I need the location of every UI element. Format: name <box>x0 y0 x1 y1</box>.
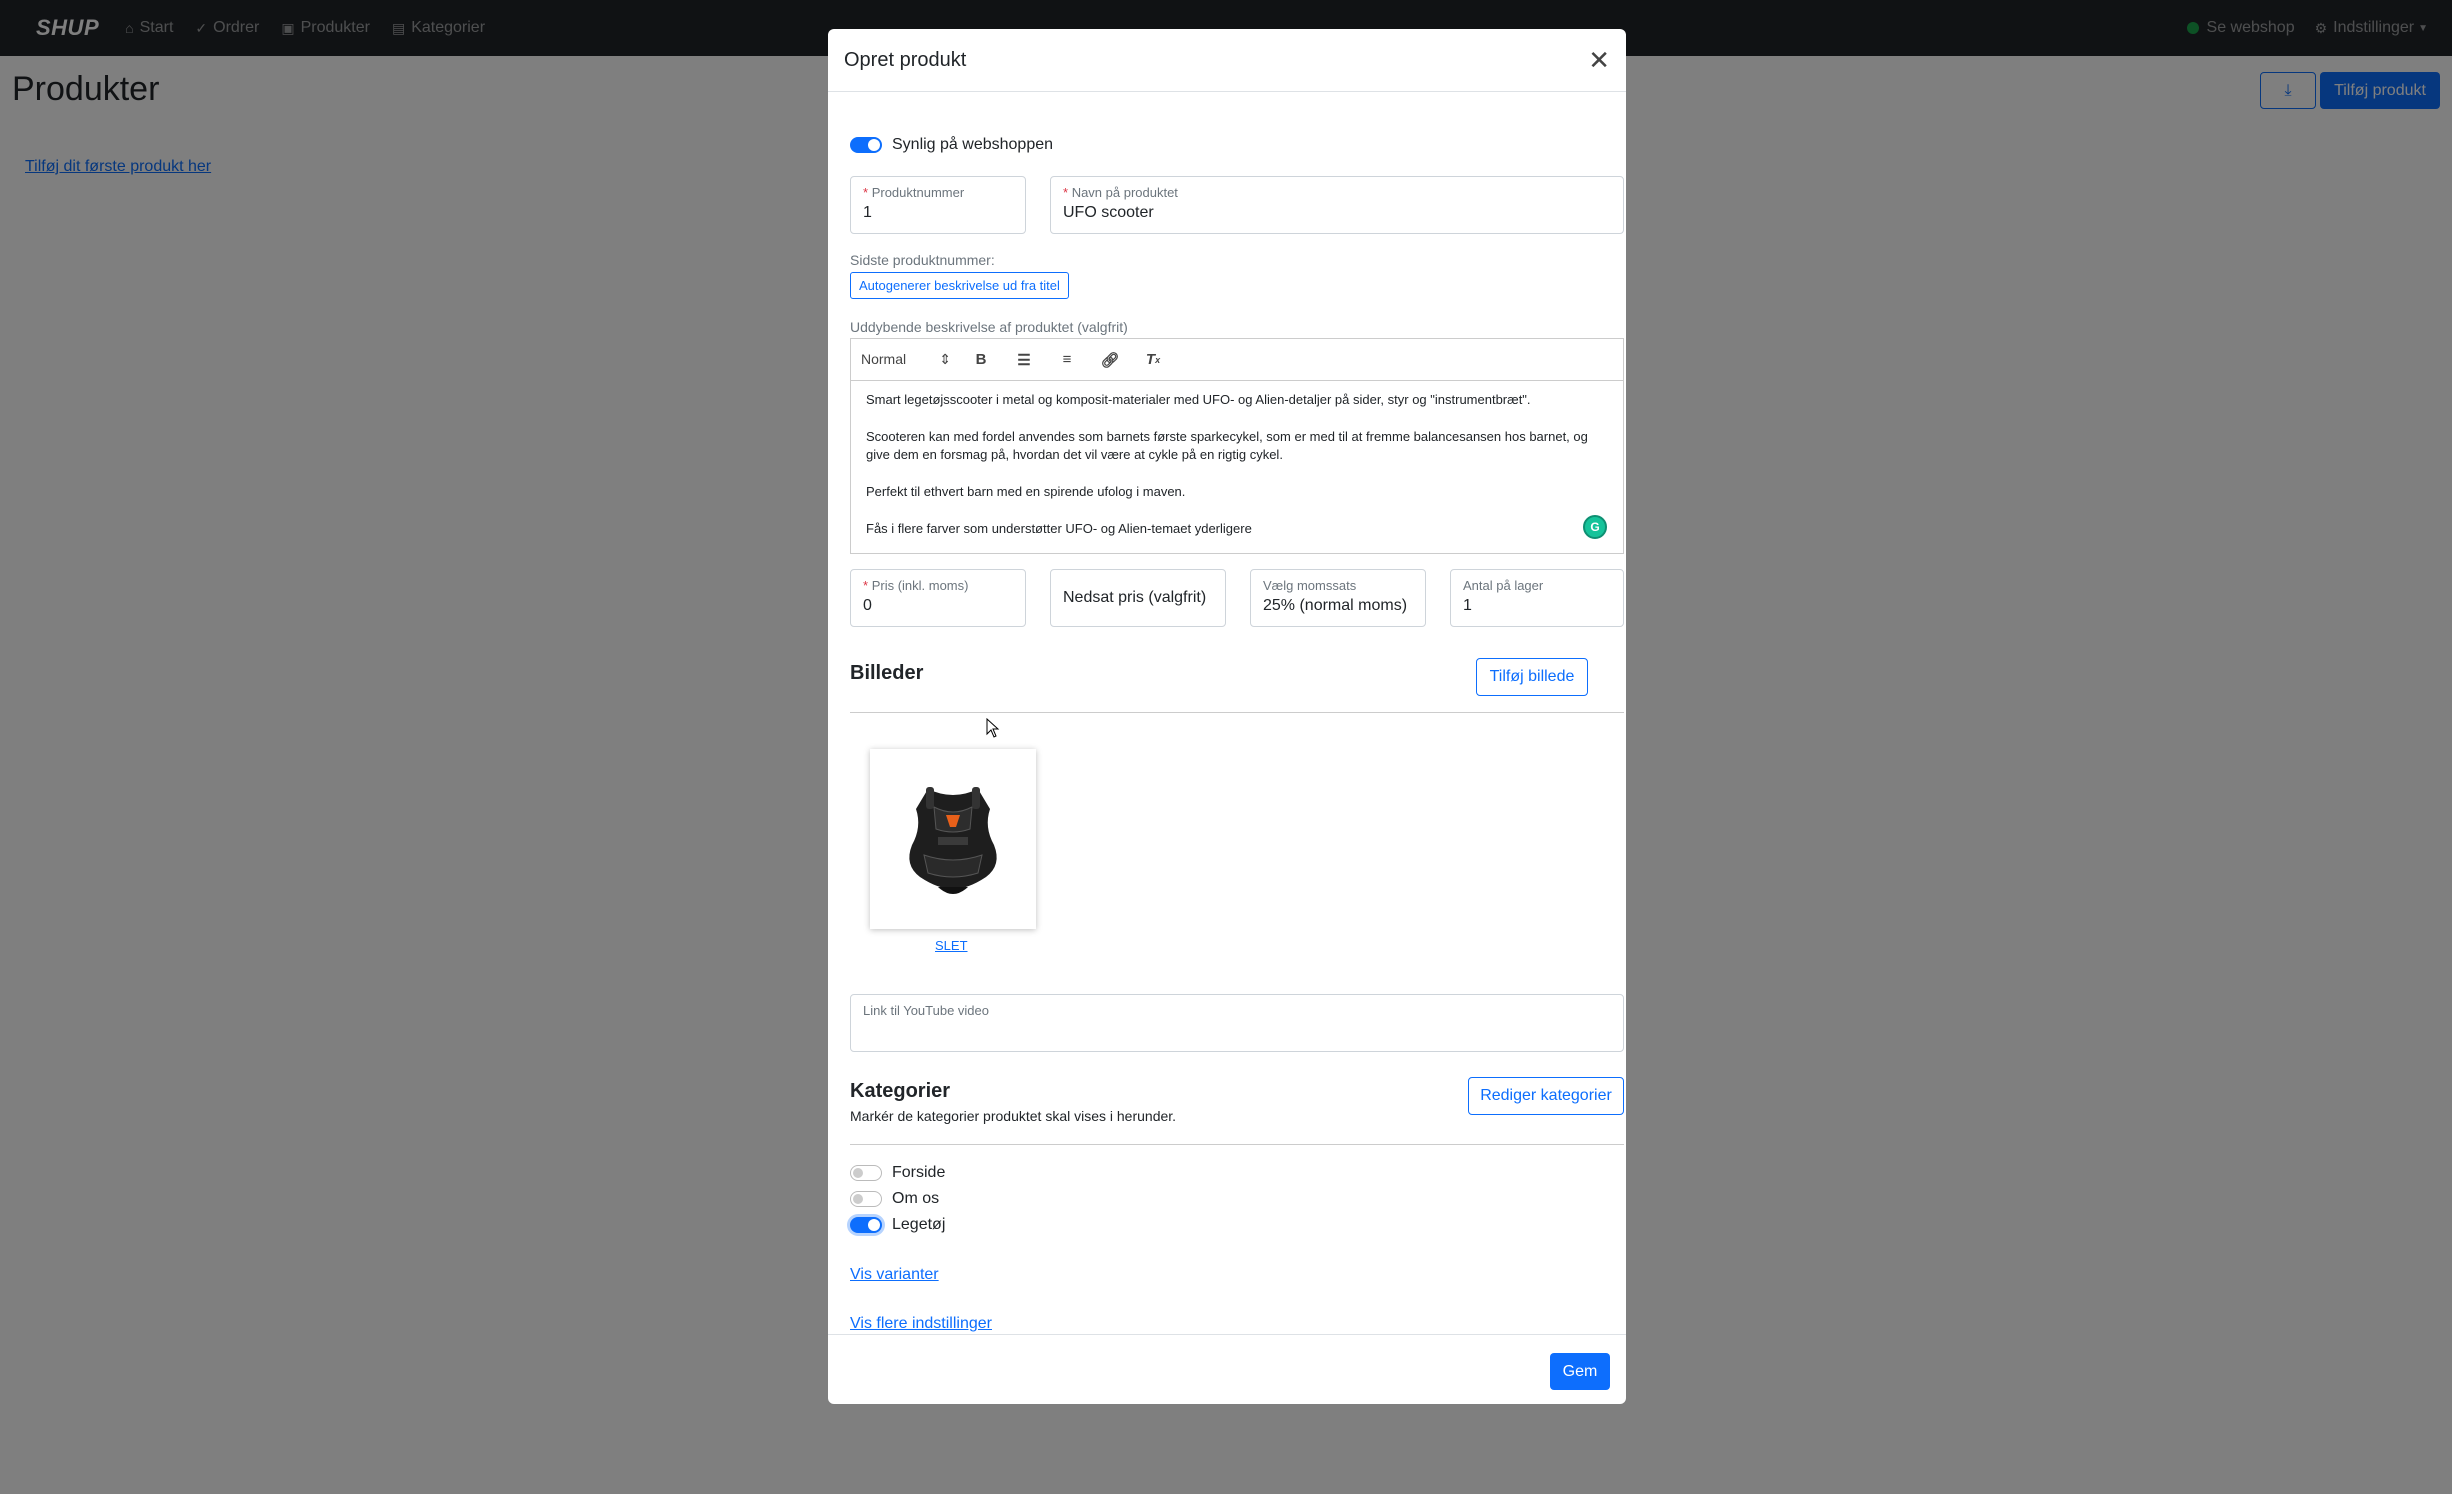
bullet-list-icon[interactable]: ☰ <box>1010 348 1038 372</box>
more-settings-link[interactable]: Vis flere indstillinger <box>850 1315 992 1333</box>
show-variants-link[interactable]: Vis varianter <box>850 1266 939 1284</box>
mouse-cursor-icon <box>986 718 1000 738</box>
editor-toolbar: Normal ⇕ B ☰ ≡ 🔗︎ Tx <box>851 339 1623 381</box>
youtube-placeholder: Link til YouTube video <box>863 1003 990 1018</box>
format-select[interactable]: Normal ⇕ <box>861 351 951 368</box>
updown-icon: ⇕ <box>939 351 951 367</box>
close-icon[interactable]: ✕ <box>1588 47 1610 73</box>
divider <box>850 1144 1624 1145</box>
description-paragraph: Fås i flere farver som understøtter UFO-… <box>866 521 1252 536</box>
product-name-value: UFO scooter <box>1063 204 1154 221</box>
images-title: Billeder <box>850 662 924 684</box>
vat-value: 25% (normal moms) <box>1263 597 1408 614</box>
description-label: Uddybende beskrivelse af produktet (valg… <box>850 319 1128 335</box>
visible-toggle[interactable] <box>850 137 882 153</box>
category-switch[interactable] <box>850 1217 882 1233</box>
category-label: Om os <box>892 1190 940 1207</box>
product-image-thumbnail[interactable] <box>870 749 1036 929</box>
grammarly-icon[interactable]: G <box>1583 515 1607 539</box>
product-name-field[interactable]: * Navn på produktet UFO scooter <box>1050 176 1624 234</box>
description-paragraph: Perfekt til ethvert barn med en spirende… <box>866 484 1186 499</box>
product-name-label: * Navn på produktet <box>1063 185 1178 200</box>
stock-label: Antal på lager <box>1463 578 1544 593</box>
categories-title: Kategorier <box>850 1080 951 1102</box>
chest-protector-image <box>909 787 997 894</box>
divider <box>850 712 1624 713</box>
category-toggle-legetoj[interactable]: Legetøj <box>850 1216 945 1234</box>
product-number-value: 1 <box>863 204 872 221</box>
visible-toggle-row[interactable]: Synlig på webshoppen <box>850 136 1053 154</box>
category-label: Forside <box>892 1164 946 1181</box>
stock-value: 1 <box>1463 597 1472 614</box>
clear-format-icon[interactable]: Tx <box>1139 348 1167 372</box>
vat-label: Vælg momssats <box>1263 578 1357 593</box>
discount-price-field[interactable]: Nedsat pris (valgfrit) <box>1050 569 1226 627</box>
category-toggle-forside[interactable]: Forside <box>850 1164 945 1182</box>
category-label: Legetøj <box>892 1216 946 1233</box>
categories-hint: Markér de kategorier produktet skal vise… <box>850 1108 1177 1124</box>
modal-footer: Gem <box>828 1334 1626 1404</box>
visible-label: Synlig på webshoppen <box>892 136 1054 153</box>
price-label: * Pris (inkl. moms) <box>863 578 969 593</box>
category-switch[interactable] <box>850 1191 882 1207</box>
editor-content[interactable]: Smart legetøjsscooter i metal og komposi… <box>851 381 1623 548</box>
autogenerate-description-button[interactable]: Autogenerer beskrivelse ud fra titel <box>850 272 1069 299</box>
modal-title: Opret produkt <box>844 48 967 71</box>
save-button[interactable]: Gem <box>1550 1353 1610 1390</box>
create-product-modal: Opret produkt ✕ Synlig på webshoppen * P… <box>828 29 1626 1404</box>
price-value: 0 <box>863 597 872 614</box>
bold-icon[interactable]: B <box>967 348 995 372</box>
category-toggle-om-os[interactable]: Om os <box>850 1190 939 1208</box>
last-product-number-label: Sidste produktnummer: <box>850 252 995 268</box>
vat-select[interactable]: Vælg momssats 25% (normal moms) <box>1250 569 1426 627</box>
description-paragraph: Smart legetøjsscooter i metal og komposi… <box>866 392 1531 407</box>
link-icon[interactable]: 🔗︎ <box>1096 348 1124 372</box>
youtube-link-field[interactable]: Link til YouTube video <box>850 994 1624 1052</box>
description-editor: Normal ⇕ B ☰ ≡ 🔗︎ Tx Smart legetøjsscoot… <box>850 338 1624 554</box>
stock-field[interactable]: Antal på lager 1 <box>1450 569 1624 627</box>
delete-image-link[interactable]: SLET <box>935 938 968 953</box>
product-number-field[interactable]: * Produktnummer 1 <box>850 176 1026 234</box>
edit-categories-button[interactable]: Rediger kategorier <box>1468 1077 1624 1115</box>
product-number-label: * Produktnummer <box>863 185 965 200</box>
price-field[interactable]: * Pris (inkl. moms) 0 <box>850 569 1026 627</box>
add-image-button[interactable]: Tilføj billede <box>1476 658 1588 696</box>
modal-header: Opret produkt ✕ <box>828 29 1626 92</box>
category-switch[interactable] <box>850 1165 882 1181</box>
align-icon[interactable]: ≡ <box>1053 348 1081 372</box>
description-paragraph: Scooteren kan med fordel anvendes som ba… <box>866 429 1588 462</box>
